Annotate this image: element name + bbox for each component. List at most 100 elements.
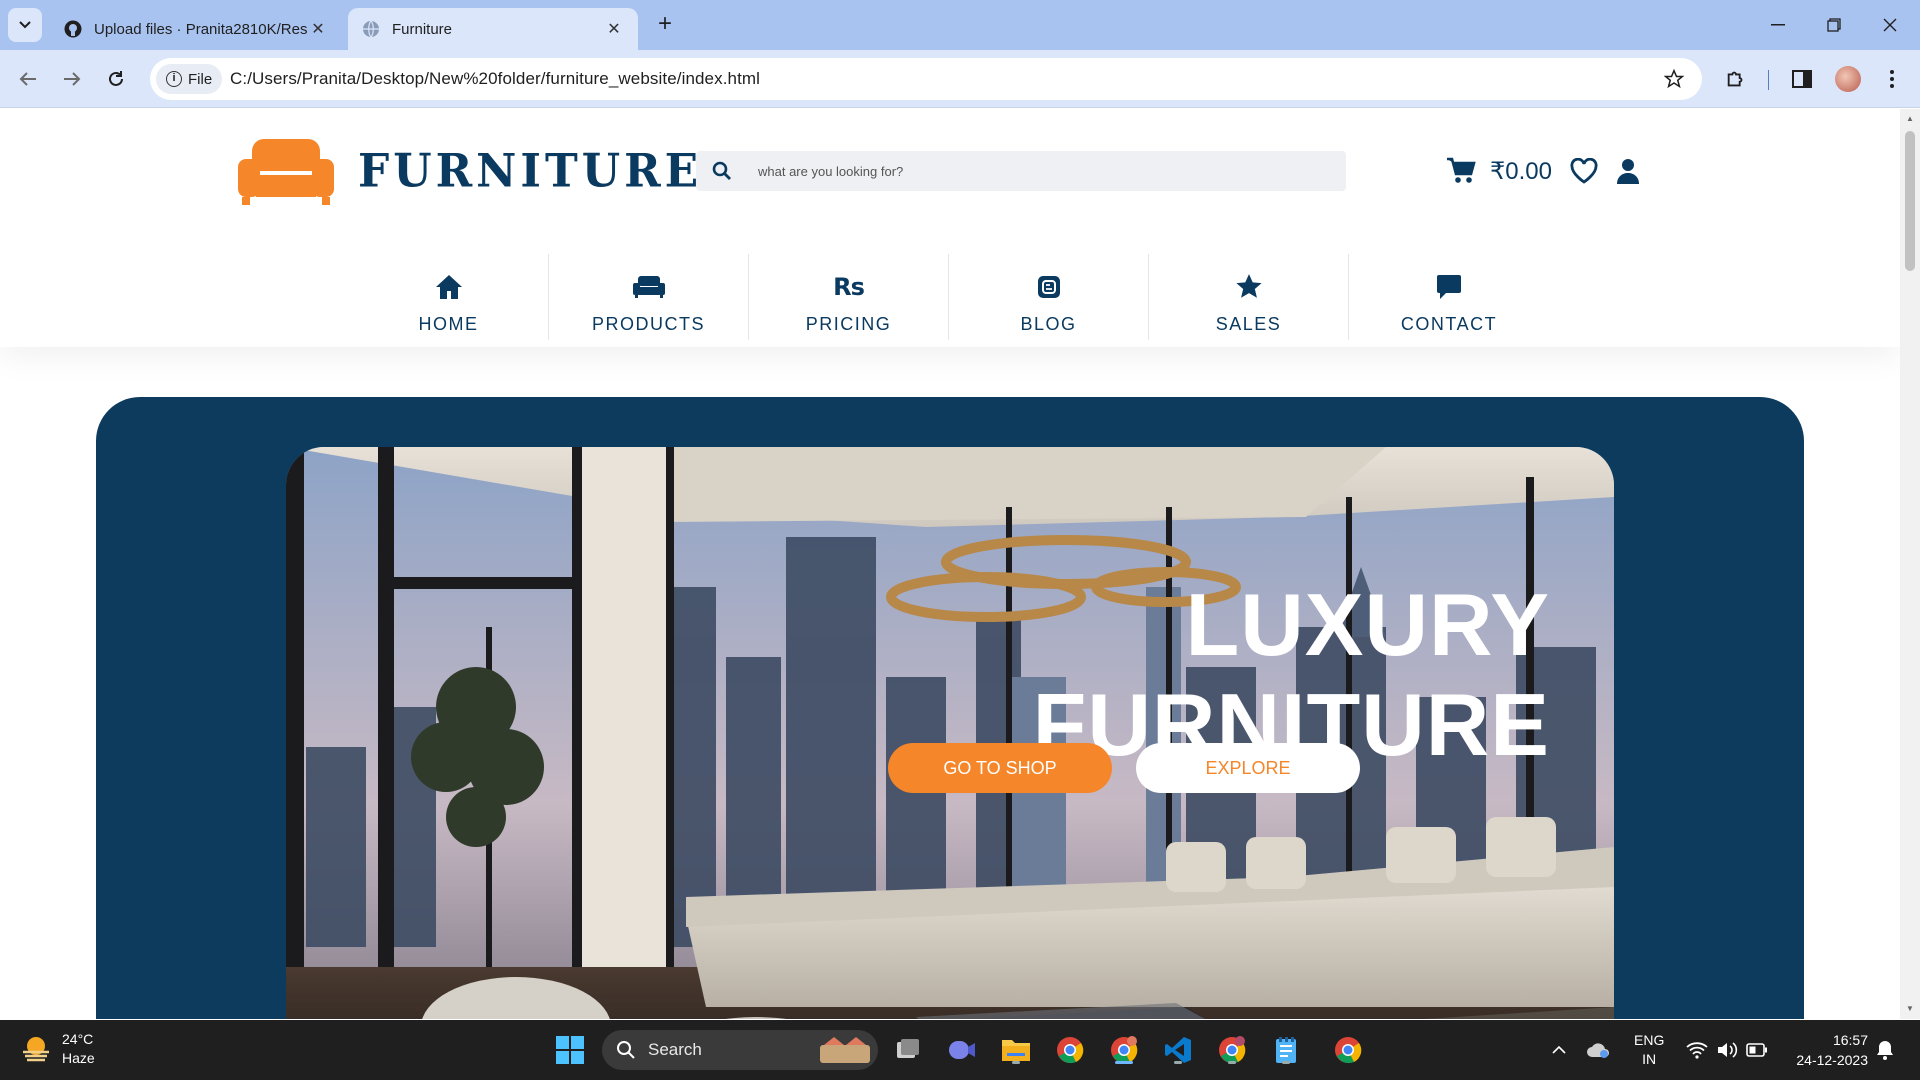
- chrome-icon: [1057, 1037, 1084, 1064]
- page-scrollbar[interactable]: ▲ ▼: [1900, 109, 1920, 1019]
- windows-taskbar: 24°C Haze Search ENG IN 16:57 24-12-2023: [0, 1020, 1920, 1080]
- taskbar-search[interactable]: Search: [602, 1030, 878, 1070]
- reload-button[interactable]: [98, 61, 134, 97]
- forward-button[interactable]: [54, 61, 90, 97]
- scroll-down-arrow-icon[interactable]: ▼: [1905, 1004, 1915, 1013]
- nav-item-home[interactable]: HOME: [349, 254, 549, 340]
- notifications-button[interactable]: [1876, 1020, 1894, 1080]
- more-vertical-icon: [1890, 70, 1894, 88]
- sofa-logo-icon: [238, 139, 334, 205]
- chrome-profile-app[interactable]: [1214, 1032, 1250, 1068]
- folder-icon: [1002, 1040, 1030, 1061]
- new-tab-button[interactable]: +: [650, 10, 680, 40]
- browser-toolbar: i File C:/Users/Pranita/Desktop/New%20fo…: [0, 50, 1920, 108]
- clock-date: 24-12-2023: [1796, 1052, 1868, 1068]
- close-tab-icon[interactable]: ✕: [604, 19, 624, 39]
- onedrive-tray[interactable]: [1586, 1020, 1610, 1080]
- browser-tab-github[interactable]: Upload files · Pranita2810K/Res ✕: [50, 8, 342, 50]
- close-window-button[interactable]: [1862, 0, 1918, 50]
- battery-tray[interactable]: [1746, 1020, 1768, 1080]
- back-button[interactable]: [10, 61, 46, 97]
- tab-search-button[interactable]: [8, 8, 42, 42]
- side-panel-icon: [1792, 70, 1812, 88]
- volume-tray[interactable]: [1716, 1020, 1738, 1080]
- teams-app[interactable]: [944, 1032, 980, 1068]
- logo-text: FURNITURE: [358, 144, 703, 198]
- vscode-app[interactable]: [1160, 1032, 1196, 1068]
- site-search[interactable]: [696, 151, 1346, 191]
- profile-button[interactable]: [1832, 63, 1864, 95]
- nav-item-pricing[interactable]: Rs PRICING: [749, 254, 949, 340]
- notepad-icon: [1276, 1037, 1296, 1063]
- chrome-profile-app-active[interactable]: [1106, 1032, 1142, 1068]
- minimize-button[interactable]: [1750, 0, 1806, 50]
- chrome-icon: [1219, 1036, 1246, 1064]
- header-actions: ₹0.00: [1446, 153, 1640, 189]
- site-info-chip[interactable]: i File: [156, 64, 222, 94]
- scrollbar-thumb[interactable]: [1905, 131, 1915, 271]
- address-bar[interactable]: i File C:/Users/Pranita/Desktop/New%20fo…: [150, 58, 1702, 100]
- nav-item-contact[interactable]: CONTACT: [1349, 254, 1549, 340]
- nav-item-products[interactable]: PRODUCTS: [549, 254, 749, 340]
- running-indicator: [1228, 1061, 1236, 1064]
- close-icon: [1883, 18, 1897, 32]
- globe-icon: [363, 20, 379, 38]
- extensions-button[interactable]: [1720, 63, 1752, 95]
- toolbar-divider: [1768, 70, 1769, 90]
- tray-overflow-button[interactable]: [1552, 1020, 1566, 1080]
- back-arrow-icon: [19, 72, 36, 86]
- chrome-extra-app[interactable]: [1330, 1032, 1366, 1068]
- reload-icon: [109, 71, 123, 86]
- weather-description: Haze: [62, 1050, 95, 1066]
- browser-tab-furniture[interactable]: Furniture ✕: [348, 8, 638, 50]
- chrome-app[interactable]: [1052, 1032, 1088, 1068]
- search-highlight-icon: [820, 1037, 870, 1063]
- cloud-icon: [1587, 1043, 1609, 1058]
- blog-icon: [1037, 276, 1060, 298]
- weather-widget[interactable]: 24°C Haze: [20, 1030, 95, 1068]
- user-icon[interactable]: [1616, 157, 1640, 185]
- heart-icon[interactable]: [1570, 158, 1598, 184]
- go-to-shop-button[interactable]: GO TO SHOP: [888, 743, 1112, 793]
- browser-tab-bar: Upload files · Pranita2810K/Res ✕ Furnit…: [0, 0, 1920, 50]
- cart-total[interactable]: ₹0.00: [1490, 157, 1552, 186]
- battery-icon: [1746, 1043, 1767, 1057]
- start-button[interactable]: [552, 1032, 588, 1068]
- search-input[interactable]: [758, 151, 1328, 191]
- main-navigation: HOME PRODUCTS Rs PRICING BLOG SALES CONT…: [349, 254, 1549, 340]
- notepad-app[interactable]: [1268, 1032, 1304, 1068]
- task-view-icon: [897, 1039, 919, 1058]
- bookmark-star-button[interactable]: [1658, 63, 1690, 95]
- file-explorer-app[interactable]: [998, 1032, 1034, 1068]
- github-icon: [64, 20, 82, 38]
- url-text[interactable]: C:/Users/Pranita/Desktop/New%20folder/fu…: [230, 69, 760, 89]
- scroll-up-arrow-icon[interactable]: ▲: [1905, 114, 1915, 123]
- language-indicator[interactable]: ENG IN: [1634, 1020, 1664, 1080]
- hero-banner: LUXURY FURNITURE GO TO SHOP EXPLORE: [96, 397, 1804, 1019]
- nav-label: PRICING: [805, 314, 892, 334]
- side-panel-button[interactable]: [1786, 63, 1818, 95]
- restore-button[interactable]: [1806, 0, 1862, 50]
- active-indicator: [1115, 1061, 1133, 1064]
- site-logo[interactable]: FURNITURE: [238, 137, 702, 205]
- system-clock[interactable]: 16:57 24-12-2023: [1778, 1030, 1868, 1070]
- rupee-icon: Rs: [833, 273, 865, 301]
- chat-icon: [1437, 275, 1461, 299]
- site-info-label: File: [188, 70, 213, 88]
- close-tab-icon[interactable]: ✕: [308, 19, 328, 39]
- browser-menu-button[interactable]: [1876, 63, 1908, 95]
- nav-item-blog[interactable]: BLOG: [949, 254, 1149, 340]
- chevron-up-icon: [1552, 1046, 1566, 1054]
- nav-item-sales[interactable]: SALES: [1149, 254, 1349, 340]
- tab-title: Upload files · Pranita2810K/Res: [94, 20, 308, 38]
- clock-time: 16:57: [1832, 1032, 1868, 1048]
- network-tray[interactable]: [1686, 1020, 1708, 1080]
- explore-button[interactable]: EXPLORE: [1136, 743, 1360, 793]
- nav-label: SALES: [1215, 314, 1282, 334]
- task-view-button[interactable]: [890, 1032, 926, 1068]
- star-outline-icon: [1664, 69, 1684, 89]
- home-icon: [435, 275, 462, 299]
- forward-arrow-icon: [64, 72, 81, 86]
- search-icon: [617, 1041, 635, 1059]
- cart-icon[interactable]: [1446, 157, 1476, 185]
